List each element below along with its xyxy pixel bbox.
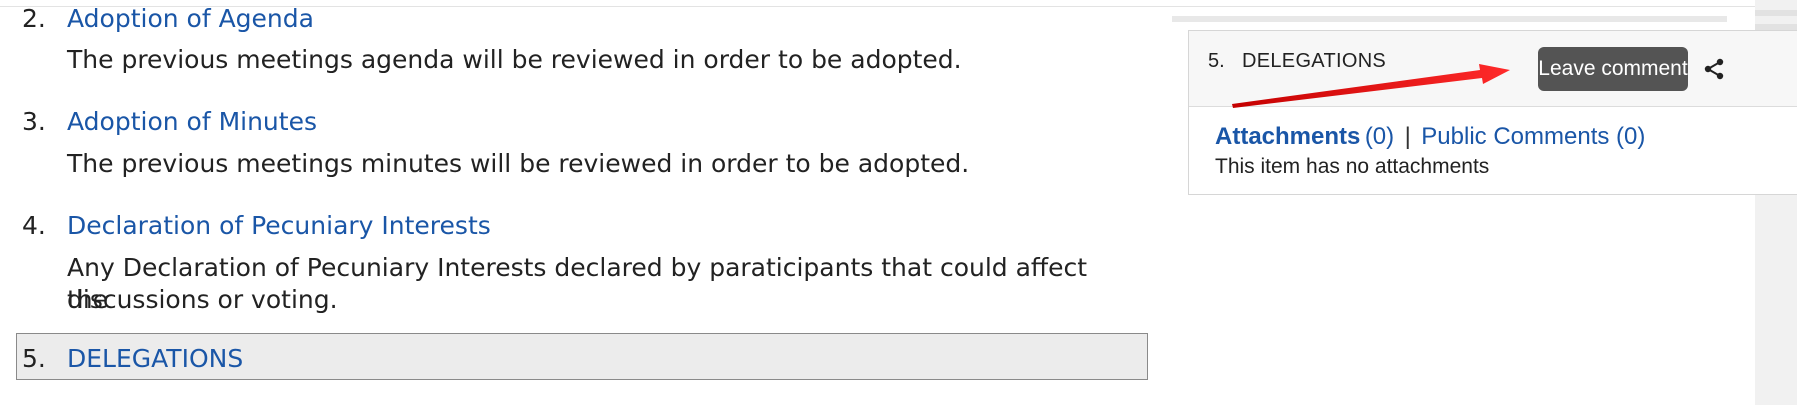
attachments-link[interactable]: Attachments — [1215, 123, 1360, 150]
attachments-count[interactable]: (0) — [1365, 123, 1394, 150]
item-description-line-2: discussions or voting. — [67, 285, 338, 314]
panel-item-number: 5. — [1208, 50, 1225, 72]
item-title-link[interactable]: Declaration of Pecuniary Interests — [67, 211, 491, 240]
item-title-link[interactable]: DELEGATIONS — [67, 344, 243, 373]
item-detail-panel: 5. DELEGATIONS Leave comment Attachments… — [1188, 30, 1797, 195]
public-comments-link[interactable]: Public Comments (0) — [1421, 123, 1645, 150]
item-description: The previous meetings agenda will be rev… — [67, 45, 962, 74]
panel-shadow — [1172, 16, 1727, 22]
leave-comment-button[interactable]: Leave comment — [1538, 47, 1688, 91]
item-title-link[interactable]: Adoption of Agenda — [67, 4, 314, 33]
no-attachments-message: This item has no attachments — [1215, 155, 1490, 178]
panel-item-title: DELEGATIONS — [1242, 50, 1387, 72]
scrollbar-mark — [1755, 10, 1797, 16]
panel-body: Attachments (0) | Public Comments (0) Th… — [1215, 123, 1775, 179]
item-description: The previous meetings minutes will be re… — [67, 149, 970, 178]
separator: | — [1404, 123, 1411, 150]
item-title-link[interactable]: Adoption of Minutes — [67, 107, 317, 136]
item-number: 2. — [22, 4, 46, 33]
panel-header: 5. DELEGATIONS Leave comment — [1189, 31, 1797, 107]
agenda-list: 2. Adoption of Agenda The previous meeti… — [0, 0, 1160, 405]
share-icon[interactable] — [1703, 58, 1725, 80]
item-number: 3. — [22, 107, 46, 136]
item-number: 5. — [22, 344, 46, 373]
item-number: 4. — [22, 211, 46, 240]
